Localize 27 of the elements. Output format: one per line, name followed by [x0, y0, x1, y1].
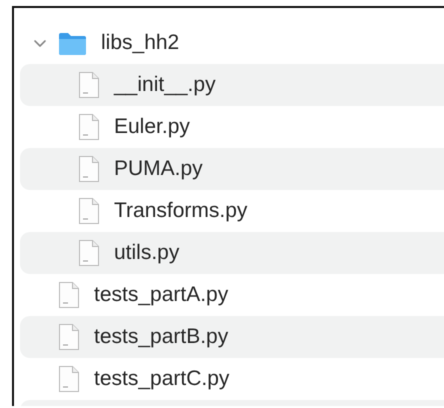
- file-name: Transforms.py: [114, 199, 248, 223]
- file-name: PUMA.py: [114, 157, 203, 181]
- tree-row[interactable]: __init__.py: [20, 64, 444, 106]
- tree-row[interactable]: PUMA.py: [20, 148, 444, 190]
- tree-row[interactable]: utils.py: [20, 232, 444, 274]
- tree-row[interactable]: tests_partB.py: [20, 316, 444, 358]
- file-icon: [78, 197, 100, 225]
- file-icon: [78, 113, 100, 141]
- folder-icon: [58, 32, 87, 54]
- file-icon: [58, 323, 80, 351]
- tree-row[interactable]: Euler.py: [20, 106, 444, 148]
- tree-row[interactable]: libs_hh2: [20, 22, 444, 64]
- file-icon: [78, 71, 100, 99]
- file-name: tests_partC.py: [94, 367, 230, 391]
- file-name: Euler.py: [114, 115, 190, 139]
- tree-row[interactable]: Transforms.py: [20, 190, 444, 232]
- tree-row[interactable]: tests_partA.py: [20, 274, 444, 316]
- file-name: __init__.py: [114, 73, 216, 97]
- file-icon: [58, 281, 80, 309]
- file-icon: [78, 239, 100, 267]
- file-name: tests_partB.py: [94, 325, 228, 349]
- tree-row[interactable]: tests_partC.py: [20, 358, 444, 400]
- file-name: tests_partA.py: [94, 283, 228, 307]
- file-name: utils.py: [114, 241, 180, 265]
- file-icon: [78, 155, 100, 183]
- folder-name: libs_hh2: [101, 31, 180, 55]
- file-icon: [58, 365, 80, 393]
